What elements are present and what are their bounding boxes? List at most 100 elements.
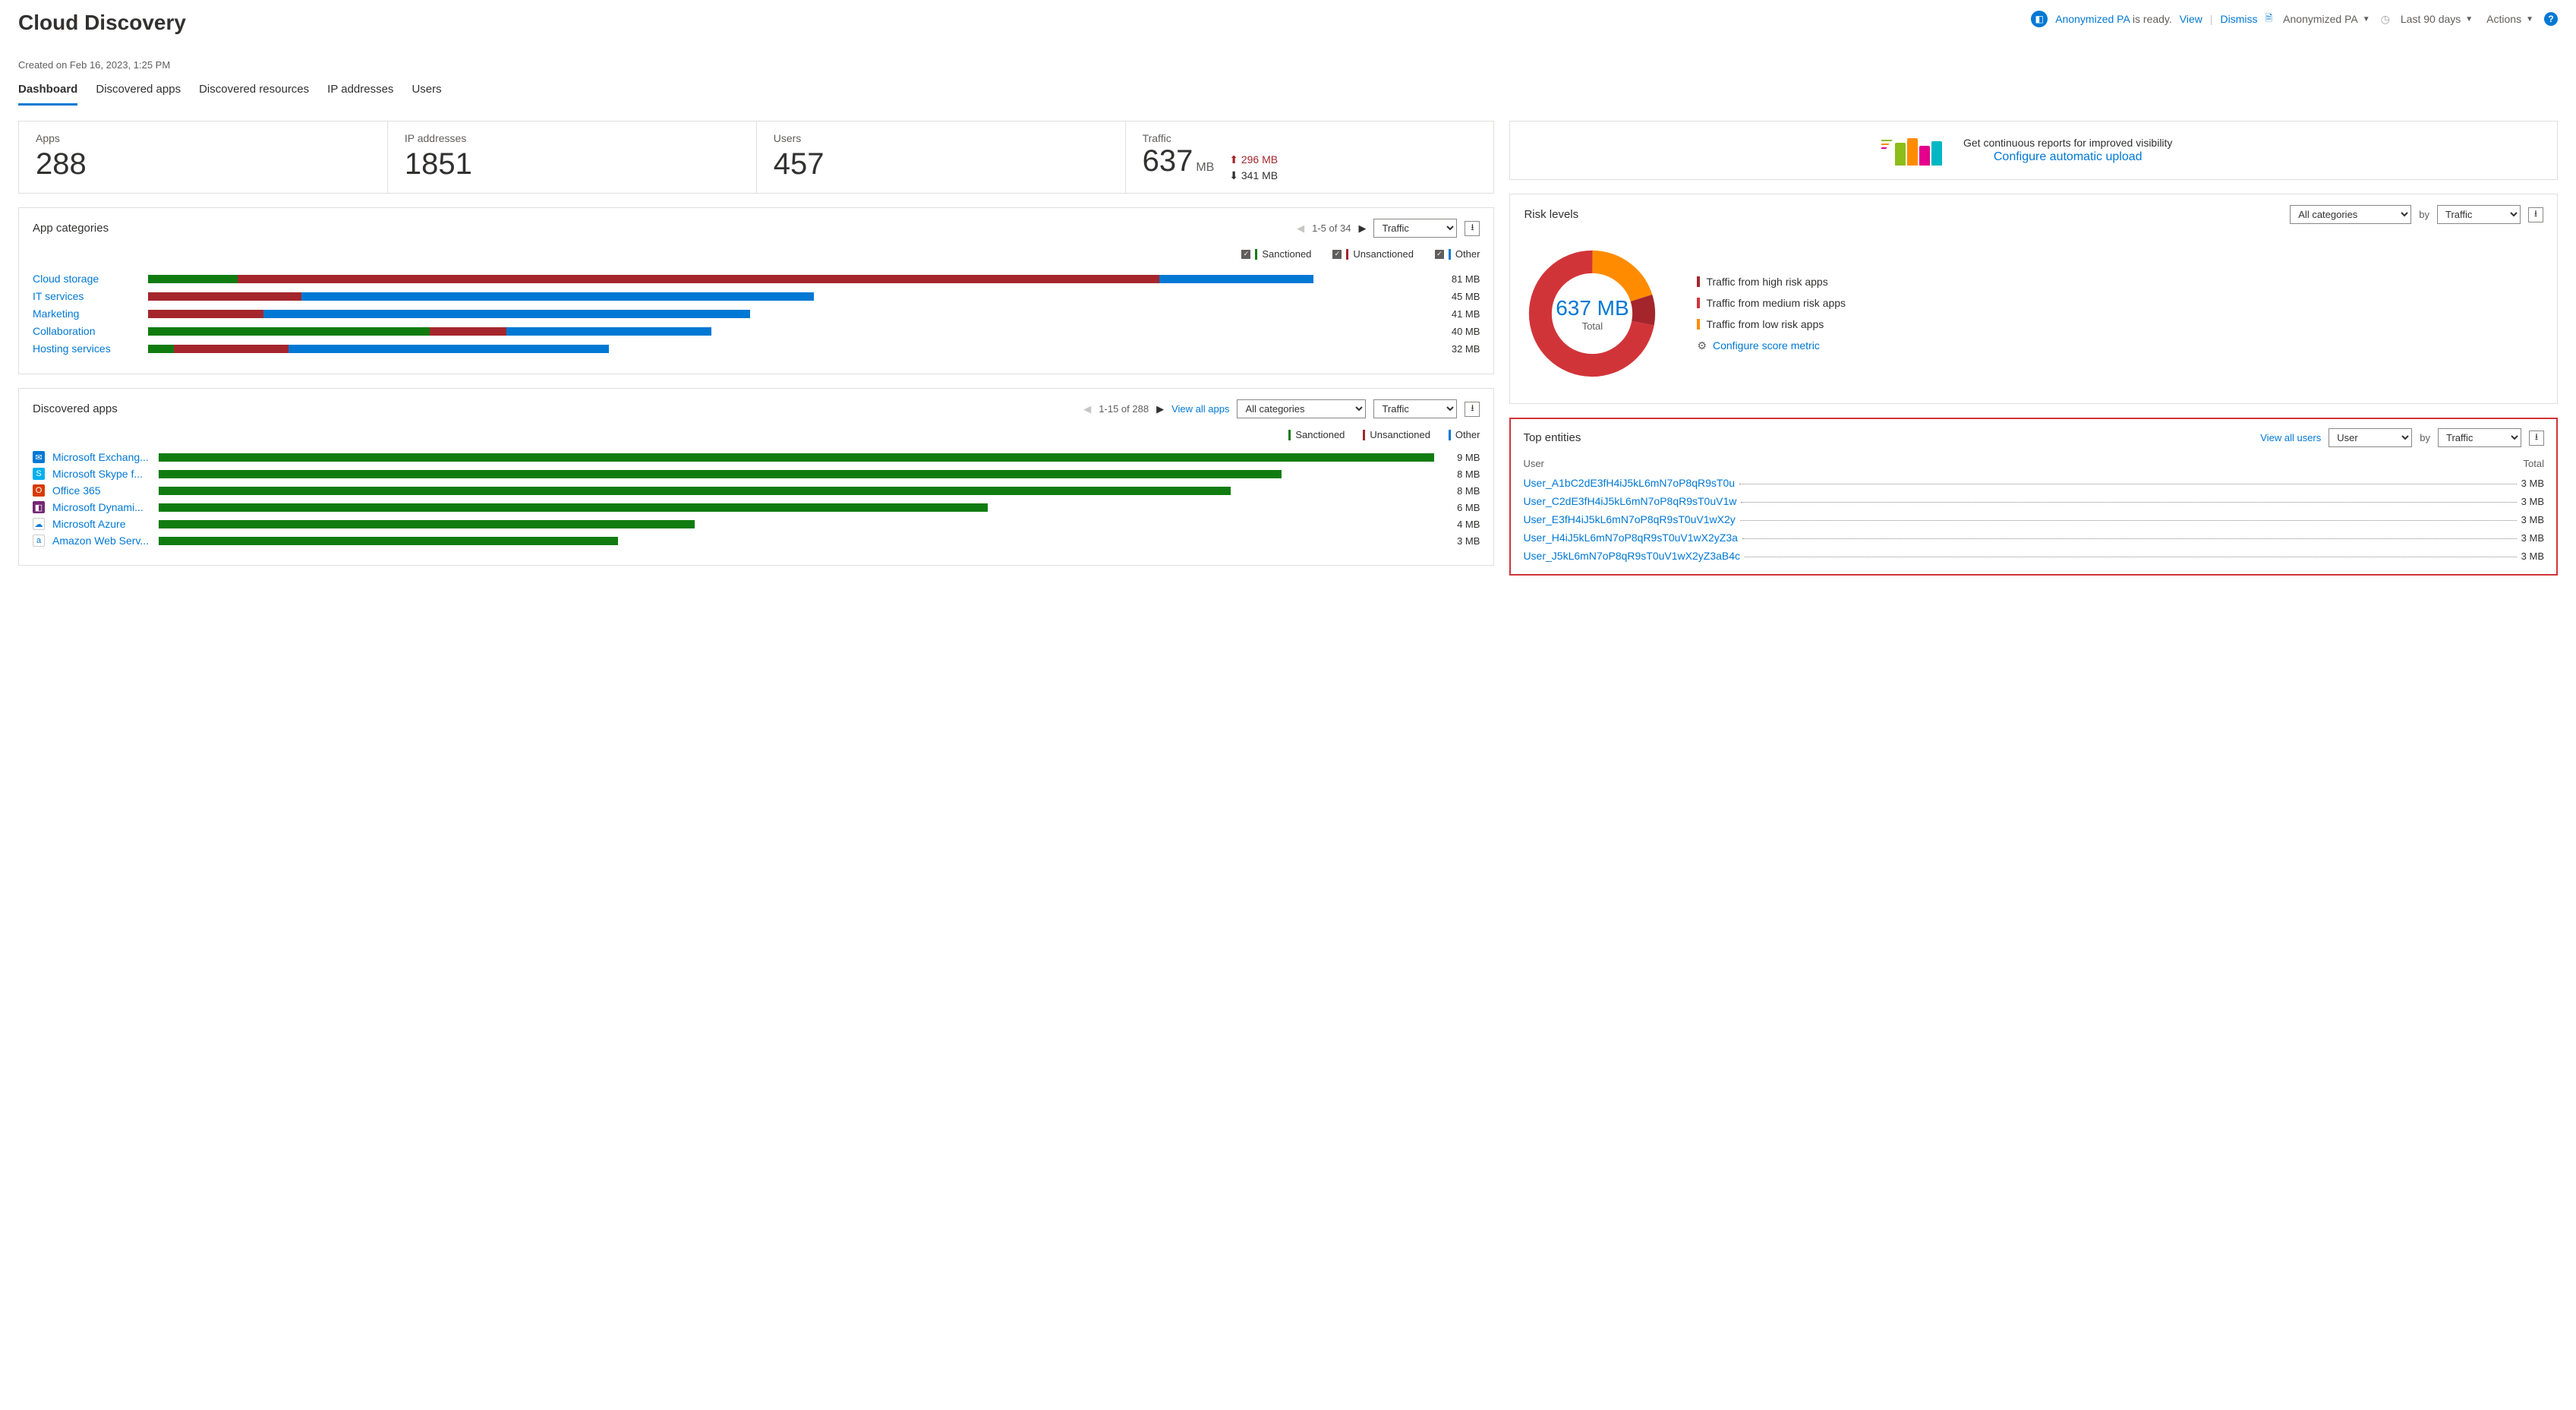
sort-select[interactable]: Traffic bbox=[1373, 399, 1457, 418]
status-name[interactable]: Anonymized PA bbox=[2055, 13, 2130, 25]
category-select[interactable]: All categories bbox=[2290, 205, 2411, 224]
category-select[interactable]: All categories bbox=[1237, 399, 1366, 418]
legend-med-risk: Traffic from medium risk apps bbox=[1697, 297, 1846, 309]
entity-link[interactable]: User_A1bC2dE3fH4iJ5kL6mN7oP8qR9sT0u bbox=[1523, 477, 1735, 489]
app-row: O Office 365 8 MB bbox=[33, 484, 1480, 497]
app-link[interactable]: Office 365 bbox=[52, 484, 151, 497]
legend-sanctioned[interactable]: ✓Sanctioned bbox=[1241, 248, 1311, 260]
category-link[interactable]: Cloud storage bbox=[33, 273, 139, 285]
category-link[interactable]: Collaboration bbox=[33, 325, 139, 337]
top-entities-panel: Top entities View all users User by Traf… bbox=[1509, 418, 2558, 576]
kpi-users: Users 457 bbox=[757, 121, 1126, 193]
entity-dots bbox=[1741, 502, 2516, 503]
legend-unsanctioned[interactable]: ✓Unsanctioned bbox=[1332, 248, 1414, 260]
category-value: 32 MB bbox=[1437, 343, 1480, 355]
entity-total: 3 MB bbox=[2521, 496, 2544, 507]
chevron-down-icon: ▼ bbox=[2526, 15, 2533, 24]
category-bar bbox=[148, 327, 1428, 336]
pager-next-icon[interactable]: ▶ bbox=[1156, 403, 1164, 415]
risk-levels-panel: Risk levels All categories by Traffic ⭳ bbox=[1509, 194, 2558, 404]
time-range-selector[interactable]: Last 90 days▼ bbox=[2398, 11, 2476, 27]
traffic-down: 341 MB bbox=[1241, 169, 1278, 181]
entity-link[interactable]: User_H4iJ5kL6mN7oP8qR9sT0uV1wX2yZ3a bbox=[1523, 532, 1737, 544]
app-row: ◧ Microsoft Dynami... 6 MB bbox=[33, 501, 1480, 513]
download-icon[interactable]: ⭳ bbox=[1465, 402, 1480, 417]
status-dismiss-link[interactable]: Dismiss bbox=[2221, 13, 2258, 25]
category-link[interactable]: Marketing bbox=[33, 308, 139, 320]
tab-ip-addresses[interactable]: IP addresses bbox=[327, 77, 393, 106]
app-icon: a bbox=[33, 535, 45, 547]
upload-icon: ⬆ bbox=[1229, 153, 1238, 166]
kpi-label: Users bbox=[774, 132, 1108, 144]
tab-discovered-apps[interactable]: Discovered apps bbox=[96, 77, 181, 106]
entity-row: User_E3fH4iJ5kL6mN7oP8qR9sT0uV1wX2y 3 MB bbox=[1511, 510, 2556, 528]
app-row: ✉ Microsoft Exchang... 9 MB bbox=[33, 451, 1480, 463]
pager-prev-icon: ◀ bbox=[1083, 403, 1091, 415]
tab-discovered-resources[interactable]: Discovered resources bbox=[199, 77, 309, 106]
app-link[interactable]: Microsoft Skype f... bbox=[52, 468, 151, 480]
app-value: 9 MB bbox=[1442, 452, 1480, 463]
report-selector[interactable]: Anonymized PA▼ bbox=[2280, 11, 2373, 27]
entity-total: 3 MB bbox=[2521, 514, 2544, 525]
category-row: Cloud storage 81 MB bbox=[33, 273, 1480, 285]
tab-bar: Dashboard Discovered apps Discovered resou… bbox=[18, 77, 2558, 107]
actions-menu[interactable]: Actions▼ bbox=[2483, 11, 2537, 27]
report-status-icon: ◧ bbox=[2031, 11, 2048, 27]
kpi-label: Traffic bbox=[1143, 132, 1477, 144]
app-bar bbox=[159, 453, 1434, 462]
category-link[interactable]: IT services bbox=[33, 290, 139, 302]
entity-type-select[interactable]: User bbox=[2328, 428, 2412, 447]
pager-prev-icon: ◀ bbox=[1297, 222, 1304, 235]
category-value: 45 MB bbox=[1437, 291, 1480, 302]
entity-link[interactable]: User_C2dE3fH4iJ5kL6mN7oP8qR9sT0uV1w bbox=[1523, 495, 1736, 507]
entity-row: User_H4iJ5kL6mN7oP8qR9sT0uV1wX2yZ3a 3 MB bbox=[1511, 528, 2556, 547]
entity-link[interactable]: User_E3fH4iJ5kL6mN7oP8qR9sT0uV1wX2y bbox=[1523, 513, 1735, 525]
app-value: 6 MB bbox=[1442, 502, 1480, 513]
sort-select[interactable]: Traffic bbox=[1373, 219, 1457, 238]
download-icon[interactable]: ⭳ bbox=[2528, 207, 2543, 222]
kpi-apps: Apps 288 bbox=[19, 121, 388, 193]
category-bar bbox=[148, 275, 1428, 283]
app-link[interactable]: Microsoft Dynami... bbox=[52, 501, 151, 513]
view-all-users-link[interactable]: View all users bbox=[2260, 432, 2321, 443]
tab-users[interactable]: Users bbox=[411, 77, 441, 106]
legend-other: Other bbox=[1449, 429, 1480, 440]
pager-next-icon[interactable]: ▶ bbox=[1358, 222, 1366, 235]
kpi-value: 637 bbox=[1143, 144, 1193, 178]
created-on-text: Created on Feb 16, 2023, 1:25 PM bbox=[18, 59, 2558, 71]
entity-link[interactable]: User_J5kL6mN7oP8qR9sT0uV1wX2yZ3aB4c bbox=[1523, 550, 1740, 562]
app-link[interactable]: Amazon Web Serv... bbox=[52, 535, 151, 547]
legend-low-risk: Traffic from low risk apps bbox=[1697, 318, 1846, 330]
entity-dots bbox=[1742, 538, 2517, 539]
by-label: by bbox=[2420, 432, 2430, 443]
sort-select[interactable]: Traffic bbox=[2438, 428, 2521, 447]
app-categories-chart: Cloud storage 81 MB IT services 45 MB Mark… bbox=[19, 273, 1493, 374]
download-icon[interactable]: ⭳ bbox=[1465, 221, 1480, 236]
page-title: Cloud Discovery bbox=[18, 11, 186, 35]
by-label: by bbox=[2419, 209, 2429, 220]
header-controls: ◧ Anonymized PA is ready. View | Dismiss… bbox=[2031, 11, 2558, 27]
view-all-apps-link[interactable]: View all apps bbox=[1171, 403, 1229, 415]
promo-config-link[interactable]: Configure automatic upload bbox=[1963, 150, 2172, 164]
app-link[interactable]: Microsoft Azure bbox=[52, 518, 151, 530]
app-icon: O bbox=[33, 484, 45, 497]
sort-select[interactable]: Traffic bbox=[2437, 205, 2521, 224]
app-link[interactable]: Microsoft Exchang... bbox=[52, 451, 151, 463]
legend-sanctioned: Sanctioned bbox=[1288, 429, 1345, 440]
chevron-down-icon: ▼ bbox=[2363, 15, 2370, 24]
donut-center-label: Total bbox=[1582, 320, 1603, 332]
discovered-apps-chart: ✉ Microsoft Exchang... 9 MBS Microsoft S… bbox=[19, 451, 1493, 565]
configure-score-link[interactable]: ⚙Configure score metric bbox=[1697, 339, 1846, 352]
help-icon[interactable]: ? bbox=[2544, 12, 2558, 26]
panel-title: Risk levels bbox=[1524, 208, 1578, 221]
risk-donut-chart: 637 MB Total bbox=[1524, 245, 1660, 382]
category-value: 41 MB bbox=[1437, 308, 1480, 320]
status-view-link[interactable]: View bbox=[2180, 13, 2202, 25]
kpi-value: 1851 bbox=[405, 147, 739, 181]
category-link[interactable]: Hosting services bbox=[33, 342, 139, 355]
legend-other[interactable]: ✓Other bbox=[1435, 248, 1480, 260]
category-bar bbox=[148, 310, 1428, 318]
download-icon[interactable]: ⭳ bbox=[2529, 431, 2544, 446]
entity-total: 3 MB bbox=[2521, 532, 2544, 544]
tab-dashboard[interactable]: Dashboard bbox=[18, 77, 77, 106]
